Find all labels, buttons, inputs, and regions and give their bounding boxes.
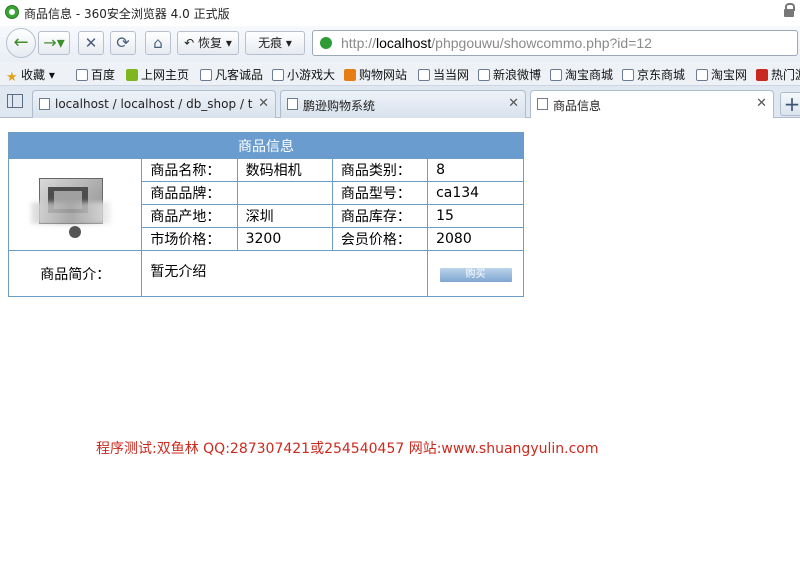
page-icon bbox=[478, 69, 490, 81]
tab-label: 商品信息 bbox=[553, 99, 602, 113]
page-icon bbox=[550, 69, 562, 81]
market-price-value: 3200 bbox=[236, 227, 333, 251]
page-icon bbox=[272, 69, 284, 81]
bookmark-item[interactable]: 京东商城 bbox=[622, 66, 685, 83]
shopping-icon bbox=[344, 69, 356, 81]
name-value: 数码相机 bbox=[236, 158, 333, 182]
footer-note: 程序测试:双鱼林 QQ:287307421或254540457 网站:www.s… bbox=[96, 441, 599, 457]
bookmark-item[interactable]: 购物网站 bbox=[344, 66, 407, 83]
bookmarks-bar: ★ 收藏 ▾ 百度 上网主页 凡客诚品 小游戏大 购物网站 当当网 新浪微博 淘宝… bbox=[0, 62, 800, 86]
window-title: 商品信息 - 360安全浏览器 4.0 正式版 bbox=[24, 7, 230, 21]
hao-icon bbox=[126, 69, 138, 81]
address-url[interactable]: http://localhost/phpgouwu/showcommo.php?… bbox=[341, 35, 652, 51]
bookmark-item[interactable]: 淘宝商城 bbox=[550, 66, 613, 83]
bookmark-item[interactable]: 小游戏大 bbox=[272, 66, 335, 83]
bookmark-item[interactable]: 百度 bbox=[76, 66, 115, 83]
intro-label: 商品简介： bbox=[7, 250, 143, 297]
page-icon bbox=[287, 98, 298, 110]
page-content: 商品信息 商品名称： 数码相机 商品类别： 8 商品品牌： 商品型号： ca13… bbox=[0, 118, 800, 564]
page-icon bbox=[418, 69, 430, 81]
browser-logo-icon bbox=[5, 5, 19, 19]
product-table: 商品信息 商品名称： 数码相机 商品类别： 8 商品品牌： 商品型号： ca13… bbox=[7, 132, 524, 297]
tab-shop-system[interactable]: 鹏逊购物系统 ✕ bbox=[280, 90, 526, 118]
sidebar-toggle-icon[interactable] bbox=[7, 94, 23, 108]
product-image-cell bbox=[7, 158, 143, 251]
page-icon bbox=[39, 98, 50, 110]
home-button[interactable]: ⌂ bbox=[145, 31, 171, 55]
navigation-toolbar: ← →▾ ✕ ⟳ ⌂ ↶ 恢复 ▾ 无痕 ▾ http://localhost/… bbox=[0, 26, 800, 62]
origin-value: 深圳 bbox=[236, 204, 333, 228]
buy-cell: 购买 bbox=[427, 250, 524, 297]
stock-value: 15 bbox=[427, 204, 524, 228]
tab-label: localhost / localhost / db_shop / t... bbox=[55, 97, 253, 111]
name-label: 商品名称： bbox=[141, 158, 238, 182]
restore-button[interactable]: ↶ 恢复 ▾ bbox=[177, 31, 239, 55]
tab-bar: localhost / localhost / db_shop / t... ✕… bbox=[0, 86, 800, 119]
intro-value: 暂无介绍 bbox=[141, 250, 429, 297]
brand-value bbox=[236, 181, 333, 205]
brand-label: 商品品牌： bbox=[141, 181, 238, 205]
stop-button[interactable]: ✕ bbox=[78, 31, 104, 55]
bookmark-favorites[interactable]: ★ 收藏 ▾ bbox=[6, 66, 55, 85]
bookmark-item[interactable]: 上网主页 bbox=[126, 66, 189, 83]
category-value: 8 bbox=[427, 158, 524, 182]
new-tab-button[interactable]: + bbox=[780, 92, 800, 116]
bookmark-item[interactable]: 新浪微博 bbox=[478, 66, 541, 83]
forward-button[interactable]: →▾ bbox=[38, 31, 70, 55]
tab-product-info[interactable]: 商品信息 ✕ bbox=[530, 90, 774, 119]
lock-icon[interactable] bbox=[784, 3, 795, 17]
model-label: 商品型号： bbox=[331, 181, 429, 205]
page-icon bbox=[622, 69, 634, 81]
hot-icon bbox=[756, 69, 768, 81]
close-tab-icon[interactable]: ✕ bbox=[258, 96, 269, 111]
reload-button[interactable]: ⟳ bbox=[110, 31, 136, 55]
model-value: ca134 bbox=[427, 181, 524, 205]
page-icon bbox=[696, 69, 708, 81]
product-image bbox=[27, 167, 124, 242]
star-icon: ★ bbox=[6, 70, 18, 85]
product-table-header: 商品信息 bbox=[8, 132, 524, 159]
bookmark-item[interactable]: 淘宝网 bbox=[696, 66, 747, 83]
page-icon bbox=[76, 69, 88, 81]
bookmark-item[interactable]: 当当网 bbox=[418, 66, 469, 83]
buy-button[interactable]: 购买 bbox=[439, 268, 512, 282]
bookmark-item[interactable]: 热门游 bbox=[756, 66, 800, 83]
tab-phpmyadmin[interactable]: localhost / localhost / db_shop / t... ✕ bbox=[32, 90, 276, 118]
window-titlebar: 商品信息 - 360安全浏览器 4.0 正式版 bbox=[0, 0, 800, 26]
incognito-button[interactable]: 无痕 ▾ bbox=[245, 31, 305, 55]
member-price-label: 会员价格： bbox=[331, 227, 429, 251]
category-label: 商品类别： bbox=[331, 158, 429, 182]
bookmark-item[interactable]: 凡客诚品 bbox=[200, 66, 263, 83]
close-tab-icon[interactable]: ✕ bbox=[756, 96, 767, 111]
back-button[interactable]: ← bbox=[6, 28, 36, 58]
page-icon bbox=[537, 98, 548, 110]
origin-label: 商品产地： bbox=[141, 204, 238, 228]
tab-label: 鹏逊购物系统 bbox=[303, 99, 376, 113]
page-favicon-icon bbox=[320, 37, 332, 49]
close-tab-icon[interactable]: ✕ bbox=[508, 96, 519, 111]
page-icon bbox=[200, 69, 212, 81]
member-price-value: 2080 bbox=[427, 227, 524, 251]
stock-label: 商品库存： bbox=[331, 204, 429, 228]
address-bar[interactable]: http://localhost/phpgouwu/showcommo.php?… bbox=[312, 30, 798, 56]
market-price-label: 市场价格： bbox=[141, 227, 238, 251]
